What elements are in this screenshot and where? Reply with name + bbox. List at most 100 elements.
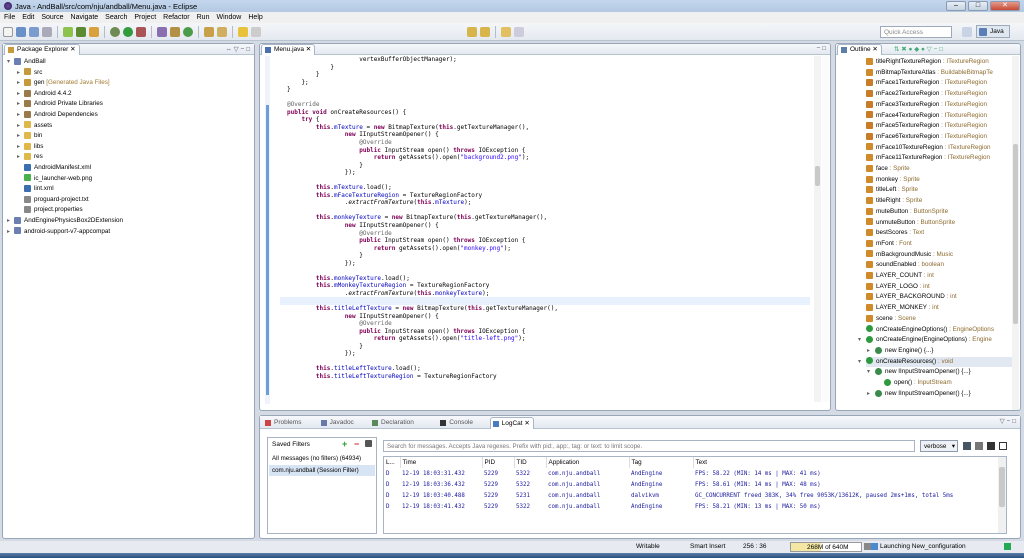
package-tree-item[interactable]: ▸ assets <box>17 121 52 132</box>
menu-item-help[interactable]: Help <box>248 14 262 21</box>
clear-log-icon[interactable] <box>975 442 983 450</box>
garbage-collect-icon[interactable] <box>864 543 871 550</box>
column-header[interactable]: Text <box>693 457 1004 468</box>
column-header[interactable]: Time <box>400 457 483 468</box>
minimize-button[interactable]: – <box>946 1 966 11</box>
outline-item[interactable]: mFont : Font <box>866 239 912 250</box>
collapsed-twisty-icon[interactable]: ▸ <box>7 227 14 238</box>
package-tree-item[interactable]: AndroidManifest.xml <box>17 163 91 174</box>
outline-item[interactable]: mFace4TextureRegion : ITextureRegion <box>866 111 987 122</box>
search-icon[interactable] <box>217 26 227 37</box>
outline-item[interactable]: titleRightTextureRegion : ITextureRegion <box>866 57 989 68</box>
package-tree-item[interactable]: proguard-project.txt <box>17 195 89 206</box>
previous-annotation-icon[interactable] <box>480 26 490 37</box>
package-tree-item[interactable]: ▸ libs <box>17 142 43 153</box>
java-perspective-button[interactable]: Java <box>976 25 1010 38</box>
outline-item[interactable]: mFace5TextureRegion : ITextureRegion <box>866 121 987 132</box>
column-header[interactable]: PID <box>482 457 515 468</box>
menu-item-window[interactable]: Window <box>216 14 241 21</box>
logcat-row[interactable]: D 12-19 18:03:31.432 5229 5322 com.nju.andba… <box>384 468 1003 479</box>
outline-item[interactable]: LAYER_LOGO : int <box>866 282 930 293</box>
logcat-row[interactable]: D 12-19 18:03:40.488 5229 5231 com.nju.andba… <box>384 490 1003 501</box>
tab-console[interactable]: Console <box>438 417 476 429</box>
new-package-icon[interactable] <box>170 26 180 37</box>
outline-item[interactable]: onCreateEngineOptions() : EngineOptions <box>866 325 994 336</box>
outline-item[interactable]: unmuteButton : ButtonSprite <box>866 218 955 229</box>
tab-problems[interactable]: Problems <box>263 417 304 429</box>
next-annotation-icon[interactable] <box>467 26 477 37</box>
quick-access-input[interactable]: Quick Access <box>880 26 952 38</box>
editor-scroll-thumb[interactable] <box>815 166 820 186</box>
tab-javadoc[interactable]: Javadoc <box>319 417 357 429</box>
outline-item[interactable]: monkey : Sprite <box>866 175 920 186</box>
package-tree-item[interactable]: ▸ bin <box>17 131 42 142</box>
expanded-twisty-icon[interactable]: ▾ <box>858 335 865 346</box>
outline-toolbar-icons[interactable]: ⇅ ✖ ● ◆ ● ▽ − □ <box>894 45 943 53</box>
panel-min-max-icon[interactable]: ▽ − □ <box>1000 417 1016 425</box>
package-tree-item[interactable]: ▸ android-support-v7-appcompat <box>7 227 110 238</box>
package-tree-item[interactable]: ▸ gen [Generated Java Files] <box>17 78 110 89</box>
maximize-button[interactable]: □ <box>968 1 988 11</box>
package-tree-item[interactable]: ▸ Android Private Libraries <box>17 99 103 110</box>
outline-scroll-thumb[interactable] <box>1013 144 1018 324</box>
back-icon[interactable] <box>501 26 511 37</box>
column-header[interactable]: Tag <box>629 457 694 468</box>
collapsed-twisty-icon[interactable]: ▸ <box>17 89 24 100</box>
run-icon[interactable] <box>123 26 133 37</box>
outline-item[interactable]: open() : InputStream <box>884 378 952 389</box>
tab-menu-java[interactable]: Menu.java ✕ <box>261 44 316 55</box>
outline-item[interactable]: mFace10TextureRegion : ITextureRegion <box>866 143 990 154</box>
new-class-icon[interactable] <box>183 26 193 37</box>
logcat-row[interactable]: D 12-19 18:03:36.432 5229 5322 com.nju.andba… <box>384 479 1003 490</box>
package-tree-item[interactable]: lint.xml <box>17 184 54 195</box>
logcat-scrollbar[interactable] <box>998 457 1006 533</box>
outline-item[interactable]: mFace1TextureRegion : ITextureRegion <box>866 78 987 89</box>
outline-item[interactable]: mBackgroundMusic : Music <box>866 250 953 261</box>
progress-view-icon[interactable] <box>1004 543 1011 550</box>
package-tree-item[interactable]: ▸ AndEnginePhysicsBox2DExtension <box>7 216 123 227</box>
collapsed-twisty-icon[interactable]: ▸ <box>17 121 24 132</box>
debug-icon[interactable] <box>110 26 120 37</box>
menu-item-file[interactable]: File <box>4 14 15 21</box>
outline-item[interactable]: ▾ new IInputStreamOpener() {...} <box>867 367 971 378</box>
new-icon[interactable] <box>3 26 13 37</box>
scroll-end-icon[interactable] <box>999 442 1007 450</box>
menu-item-search[interactable]: Search <box>105 14 127 21</box>
package-tree-item[interactable]: ▸ src <box>17 68 42 79</box>
outline-item[interactable]: bestScores : Text <box>866 228 924 239</box>
logcat-search-input[interactable]: Search for messages. Accepts Java regexe… <box>383 440 915 452</box>
column-header[interactable]: Application <box>546 457 630 468</box>
editor-vertical-scrollbar[interactable] <box>814 56 821 402</box>
show-whitespace-icon[interactable] <box>251 26 261 37</box>
remove-filter-icon[interactable]: − <box>354 439 359 449</box>
outline-item[interactable]: ▾ onCreateEngine(EngineOptions) : Engine <box>858 335 992 346</box>
outline-item[interactable]: mBitmapTextureAtlas : BuildableBitmapTe <box>866 68 993 79</box>
add-filter-icon[interactable]: + <box>342 439 347 449</box>
package-tree-item[interactable]: project.properties <box>17 205 83 216</box>
forward-icon[interactable] <box>514 26 524 37</box>
outline-item[interactable]: LAYER_MONKEY : int <box>866 303 939 314</box>
menu-item-run[interactable]: Run <box>197 14 210 21</box>
avd-manager-icon[interactable] <box>76 26 86 37</box>
expanded-twisty-icon[interactable]: ▾ <box>867 367 874 378</box>
collapsed-twisty-icon[interactable]: ▸ <box>867 389 874 400</box>
save-log-icon[interactable] <box>963 442 971 450</box>
collapsed-twisty-icon[interactable]: ▸ <box>17 110 24 121</box>
menu-item-refactor[interactable]: Refactor <box>163 14 189 21</box>
collapsed-twisty-icon[interactable]: ▸ <box>17 142 24 153</box>
outline-item[interactable]: face : Sprite <box>866 164 910 175</box>
log-level-select[interactable]: verbose ▾ <box>920 440 958 452</box>
menu-item-source[interactable]: Source <box>41 14 63 21</box>
outline-item[interactable]: LAYER_COUNT : int <box>866 271 934 282</box>
package-tree-item[interactable]: ▾ AndBall <box>7 57 46 68</box>
heap-status[interactable]: 268M of 640M <box>790 542 862 552</box>
collapsed-twisty-icon[interactable]: ▸ <box>17 68 24 79</box>
outline-item[interactable]: ▸ new IInputStreamOpener() {...} <box>867 389 971 400</box>
collapsed-twisty-icon[interactable]: ▸ <box>867 346 874 357</box>
outline-item[interactable]: mFace6TextureRegion : ITextureRegion <box>866 132 987 143</box>
view-menu-icon[interactable]: ⇔ ▽ − □ <box>225 45 250 53</box>
outline-scrollbar[interactable] <box>1012 56 1019 410</box>
code-text[interactable]: vertexBufferObjectManager); } } };} @Ove… <box>281 56 807 381</box>
android-sdk-icon[interactable] <box>63 26 73 37</box>
tab-declaration[interactable]: Declaration <box>370 417 417 429</box>
